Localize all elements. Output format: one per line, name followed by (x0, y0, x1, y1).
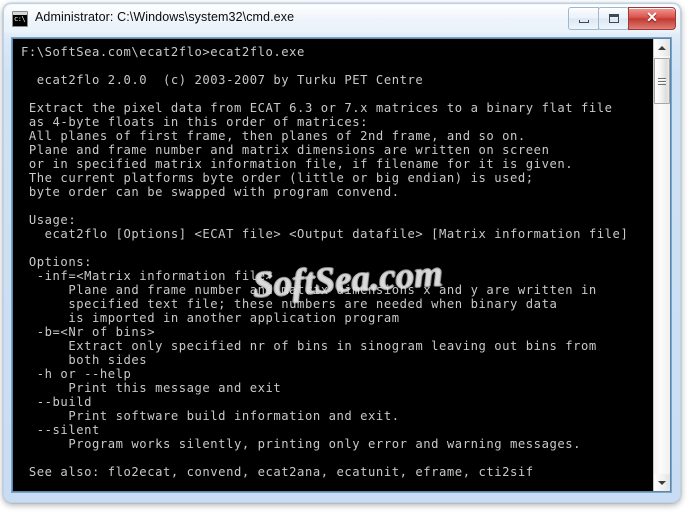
scroll-down-button[interactable] (654, 474, 670, 491)
console-output-text: F:\SoftSea.com\ecat2flo>ecat2flo.exe eca… (21, 45, 629, 479)
close-button[interactable]: ✕ (628, 7, 676, 30)
scroll-up-button[interactable] (654, 39, 670, 56)
console-window: c:\ Administrator: C:\Windows\system32\c… (3, 3, 681, 503)
icon-prompt-text: c:\ (14, 15, 26, 23)
close-icon: ✕ (629, 8, 675, 29)
chevron-up-icon (658, 45, 666, 50)
console-scrollbar[interactable] (653, 39, 670, 491)
close-glyph: ✕ (646, 10, 658, 26)
title-bar[interactable]: c:\ Administrator: C:\Windows\system32\c… (4, 4, 680, 34)
minimize-icon (569, 8, 598, 29)
cmd-console-icon: c:\ (12, 11, 28, 27)
chevron-down-icon (658, 480, 666, 485)
caption-button-group: ✕ (568, 7, 676, 30)
console-client-area[interactable]: F:\SoftSea.com\ecat2flo>ecat2flo.exe eca… (11, 37, 672, 493)
scrollbar-grip-icon (658, 78, 666, 85)
maximize-button[interactable] (598, 7, 629, 30)
minimize-button[interactable] (568, 7, 599, 30)
window-title: Administrator: C:\Windows\system32\cmd.e… (35, 10, 295, 24)
maximize-icon (599, 8, 628, 29)
scrollbar-thumb[interactable] (654, 58, 670, 104)
